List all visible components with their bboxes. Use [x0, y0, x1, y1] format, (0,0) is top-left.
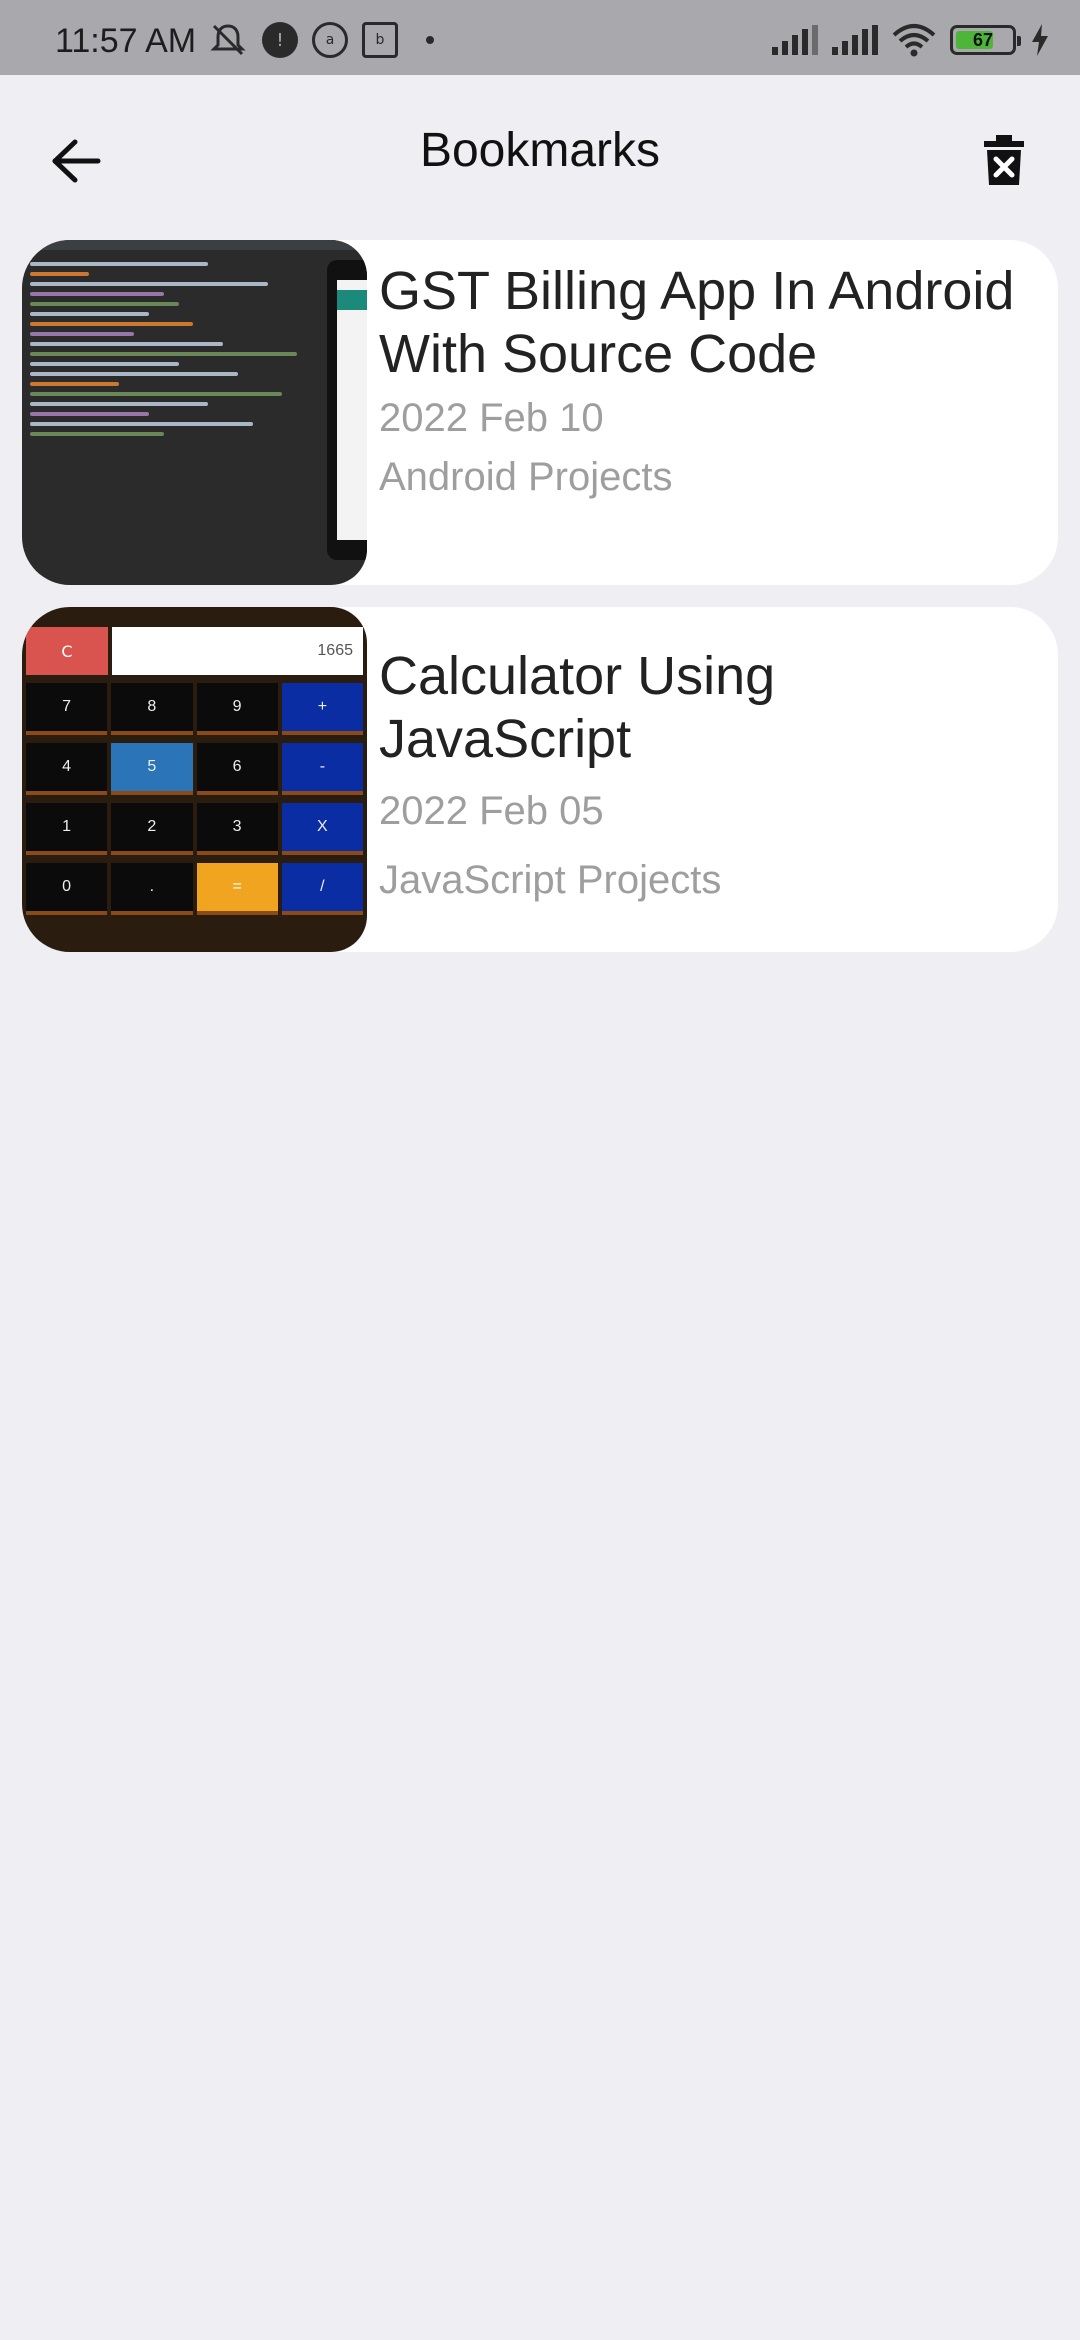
calc-key: 6	[196, 743, 278, 795]
delete-all-icon	[984, 135, 1024, 185]
more-notifications-dot	[426, 36, 434, 44]
wifi-icon	[892, 24, 936, 57]
app-icon-2: b	[362, 22, 398, 58]
battery-level: 67	[972, 29, 994, 50]
calc-key: 7	[26, 683, 108, 735]
bookmark-title: GST Billing App In Android With Source C…	[379, 261, 1015, 384]
calc-key: C	[26, 627, 108, 675]
calc-key: X	[281, 803, 363, 855]
calc-key: =	[196, 863, 278, 915]
bookmark-category: JavaScript Projects	[379, 858, 722, 902]
calc-key: .	[111, 863, 193, 915]
bookmark-text: GST Billing App In Android With Source C…	[379, 260, 1018, 500]
status-bar: 11:57 AM ! a b 67	[0, 0, 1080, 75]
bookmark-text: Calculator Using JavaScript 2022 Feb 05 …	[379, 645, 1018, 903]
battery-icon: 67	[950, 25, 1021, 55]
calc-key: 9	[196, 683, 278, 735]
mute-icon	[210, 24, 246, 56]
bookmark-card[interactable]: C 1665 7 8 9 + 4 5 6 - 1 2 3 X 0 . = / C…	[22, 607, 1058, 952]
calc-key: 0	[26, 863, 108, 915]
calc-key: 1	[26, 803, 108, 855]
page-title: Bookmarks	[419, 124, 661, 177]
bookmark-date: 2022 Feb 10	[379, 396, 604, 440]
calc-key: /	[281, 863, 363, 915]
bookmark-title: Calculator Using JavaScript	[379, 646, 776, 769]
calculator-thumbnail: C 1665 7 8 9 + 4 5 6 - 1 2 3 X 0 . = /	[22, 607, 367, 952]
signal-icon-2	[832, 25, 878, 55]
bookmark-date: 2022 Feb 05	[379, 789, 604, 833]
calc-key: 8	[111, 683, 193, 735]
calc-display: 1665	[112, 627, 363, 675]
bookmark-card[interactable]: GST Billing App In Android With Source C…	[22, 240, 1058, 585]
bookmark-category: Android Projects	[379, 455, 673, 499]
calc-key: +	[281, 683, 363, 735]
charging-icon	[1032, 24, 1048, 56]
notification-icon: !	[262, 22, 298, 58]
code-editor-thumbnail	[22, 240, 367, 585]
status-icons-right: 67	[772, 22, 1050, 58]
signal-icon	[772, 25, 818, 55]
calc-key: 4	[26, 743, 108, 795]
app-header: Bookmarks	[0, 75, 1080, 230]
calc-key: -	[281, 743, 363, 795]
status-icons-left: ! a b	[208, 22, 434, 58]
bookmark-list: GST Billing App In Android With Source C…	[22, 240, 1058, 974]
calc-key: 2	[111, 803, 193, 855]
calc-key: 5	[111, 743, 193, 795]
app-icon-1: a	[312, 22, 348, 58]
delete-all-button[interactable]	[968, 123, 1040, 199]
calc-key: 3	[196, 803, 278, 855]
status-time: 11:57 AM	[55, 22, 197, 60]
